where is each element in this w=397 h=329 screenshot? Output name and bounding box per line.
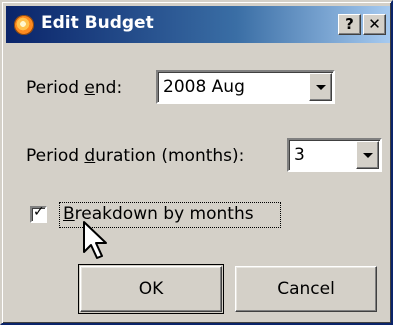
period-end-select[interactable]: 2008 Aug [156, 70, 335, 104]
app-icon [14, 15, 34, 35]
period-duration-label-rest: uration (months): [95, 146, 245, 166]
period-end-dropdown-button[interactable] [309, 73, 332, 101]
breakdown-by-months-checkbox[interactable]: ✓ [30, 204, 47, 223]
period-end-label: Period end: [26, 78, 122, 98]
checkmark-icon: ✓ [33, 204, 45, 220]
mouse-pointer-icon [83, 221, 107, 259]
dialog-title: Edit Budget [41, 13, 154, 33]
breakdown-accel-key: B [63, 204, 75, 224]
chevron-down-icon [362, 153, 373, 158]
period-end-value: 2008 Aug [163, 77, 245, 97]
help-button[interactable]: ? [338, 14, 361, 35]
period-duration-value: 3 [294, 145, 305, 165]
period-duration-label-text: Period [26, 146, 85, 166]
period-end-label-rest: nd: [94, 78, 123, 98]
ok-button[interactable]: OK [80, 266, 222, 312]
period-duration-label: Period duration (months): [26, 146, 244, 166]
period-end-label-text: Period [26, 78, 85, 98]
cancel-button[interactable]: Cancel [235, 266, 377, 312]
period-duration-select[interactable]: 3 [287, 138, 382, 172]
help-icon: ? [345, 15, 354, 33]
period-end-accel-key: e [84, 78, 95, 98]
edit-budget-dialog: Edit Budget ? ✕ Period end: 2008 Aug Per… [0, 0, 393, 325]
close-icon: ✕ [368, 15, 381, 33]
period-duration-accel-key: d [84, 146, 96, 166]
chevron-down-icon [315, 85, 326, 90]
period-duration-dropdown-button[interactable] [356, 141, 379, 169]
title-bar[interactable]: Edit Budget ? ✕ [6, 6, 390, 43]
close-button[interactable]: ✕ [363, 14, 386, 35]
